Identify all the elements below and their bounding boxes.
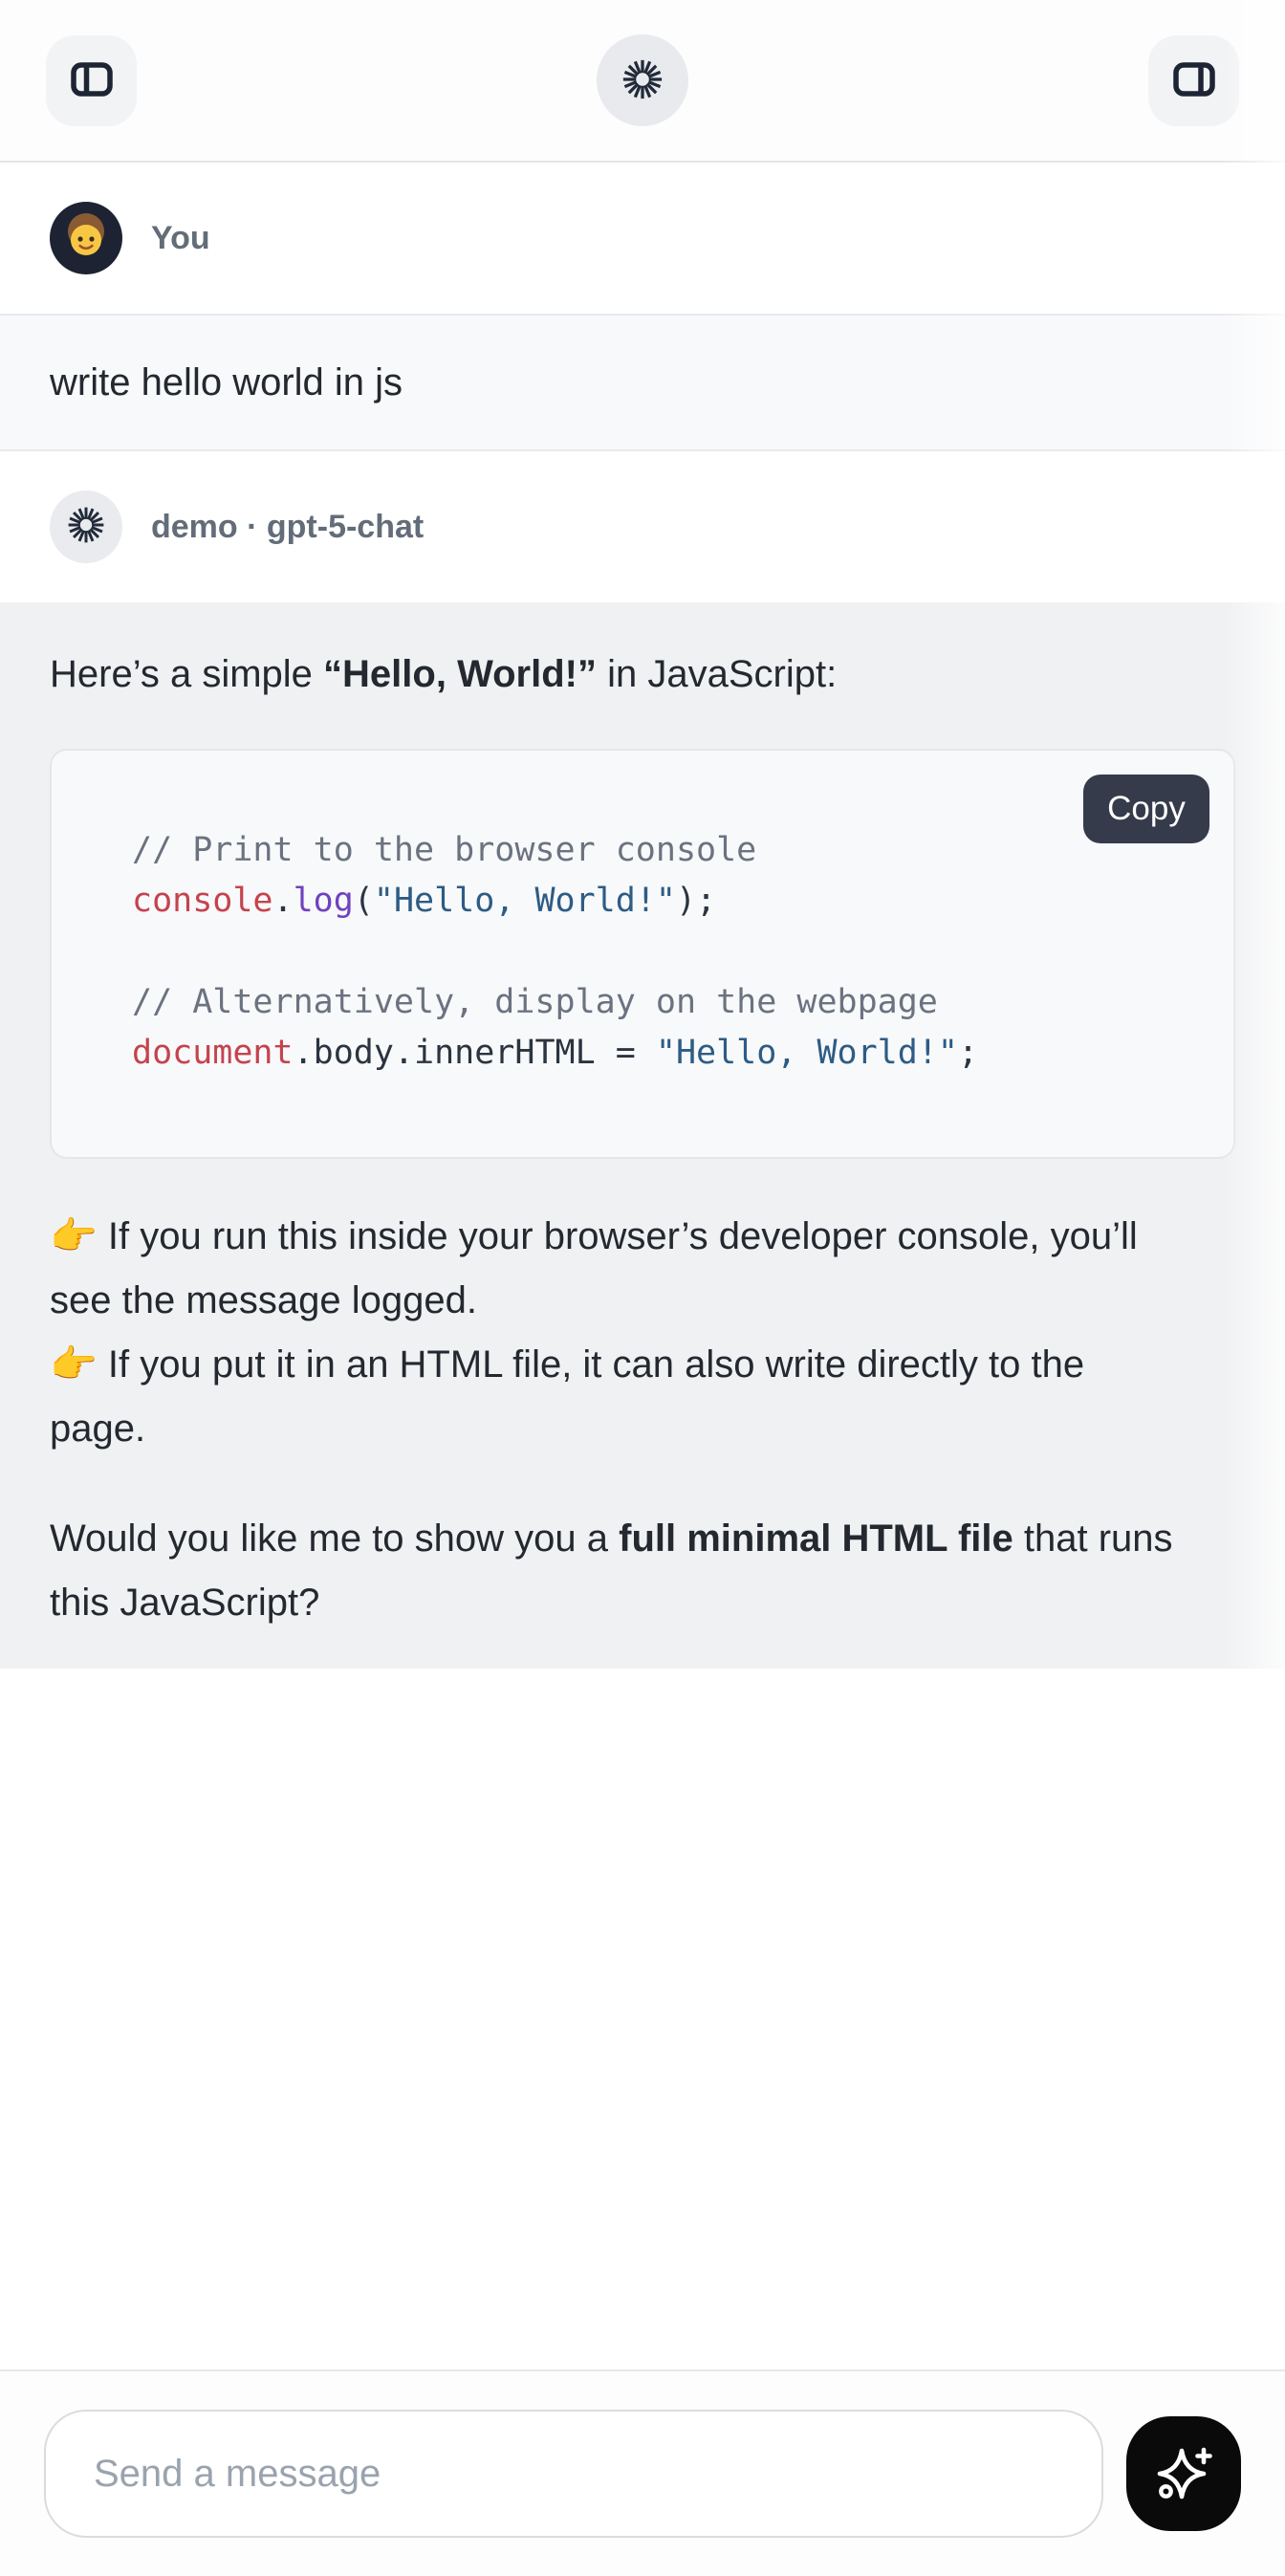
starburst-icon [621,57,664,104]
code-line: // Alternatively, display on the webpage [132,977,1195,1028]
panel-right-toggle-button[interactable] [1148,35,1239,126]
send-button[interactable] [1126,2416,1241,2531]
panel-left-icon [67,55,117,107]
paragraph: 👉 If you run this inside your browser’s … [50,1205,1235,1461]
assistant-avatar [50,491,122,563]
user-message-text: write hello world in js [50,361,403,404]
assistant-turn-header: demo · gpt-5-chat [0,451,1285,602]
user-avatar [50,202,122,274]
user-message: write hello world in js [0,314,1285,451]
assistant-message: Here’s a simple “Hello, World!” in JavaS… [0,602,1285,1669]
code-line: document.body.innerHTML = "Hello, World!… [132,1028,1195,1079]
starburst-icon [66,505,106,550]
message-line: 👉 If you run this inside your browser’s … [50,1205,1235,1269]
code-block: Copy // Print to the browser consolecons… [50,749,1235,1159]
model-logo-button[interactable] [597,34,688,126]
paragraph: Would you like me to show you a full min… [50,1507,1235,1635]
panel-right-icon [1169,55,1219,107]
message-line: 👉 If you put it in an HTML file, it can … [50,1333,1235,1397]
assistant-name: demo · gpt-5-chat [151,509,424,546]
code-content: // Print to the browser consoleconsole.l… [132,825,1195,1079]
person-emoji-icon [50,202,122,274]
message-line: this JavaScript? [50,1571,1235,1635]
assistant-paragraphs: 👉 If you run this inside your browser’s … [50,1205,1235,1635]
message-line: see the message logged. [50,1269,1235,1333]
user-name: You [151,220,210,257]
chat-app: You write hello world in js demo · gpt-5… [0,0,1285,1669]
code-line: // Print to the browser console [132,825,1195,876]
sparkle-plus-icon [1153,2442,1214,2506]
user-turn-header: You [0,163,1285,314]
conversation: You write hello world in js demo · gpt-5… [0,163,1285,1669]
message-input[interactable] [44,2410,1103,2538]
message-line: page. [50,1397,1235,1461]
copy-button[interactable]: Copy [1083,775,1209,843]
top-bar [0,0,1285,163]
sidebar-toggle-button[interactable] [46,35,137,126]
composer [0,2369,1285,2576]
code-line: console.log("Hello, World!"); [132,876,1195,927]
intro-line: Here’s a simple “Hello, World!” in JavaS… [50,643,1235,707]
message-line: Would you like me to show you a full min… [50,1507,1235,1571]
code-line [132,927,1195,977]
